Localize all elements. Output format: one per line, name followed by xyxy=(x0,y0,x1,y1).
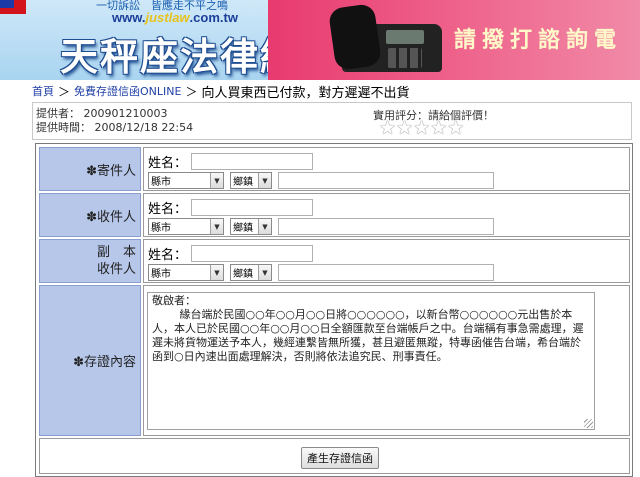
telephone-icon xyxy=(327,2,444,74)
cc-town-select[interactable]: 鄉鎮 ▼ xyxy=(230,264,272,281)
name-label: 姓名： xyxy=(148,156,188,171)
chevron-down-icon: ▼ xyxy=(258,219,271,234)
flag-icon xyxy=(0,0,26,14)
star-icon[interactable]: ★ xyxy=(413,118,430,138)
letter-body: 緣台端於民國○○年○○月○○日將○○○○○○，以新台幣○○○○○○元出售於本人，… xyxy=(152,308,584,363)
letter-info-box: 提供者： 200901210003 提供時間： 2008/12/18 22:54… xyxy=(32,102,632,140)
provider-id: 200901210003 xyxy=(83,107,168,120)
recipient-address-input[interactable] xyxy=(278,218,494,235)
breadcrumb-separator: ＞ xyxy=(58,84,71,99)
chevron-down-icon: ▼ xyxy=(258,173,271,188)
provided-time: 2008/12/18 22:54 xyxy=(94,121,194,134)
site-logo[interactable]: 天秤座法律網 xyxy=(60,26,268,80)
call-consult-text: 請撥打諮詢電 xyxy=(454,27,623,53)
letter-content-textarea[interactable]: 敬啟者： 緣台端於民國○○年○○月○○日將○○○○○○，以新台幣○○○○○○元出… xyxy=(147,292,595,430)
provider-line: 提供者： 200901210003 xyxy=(36,107,168,120)
recipient-name-input[interactable] xyxy=(191,199,314,216)
breadcrumb-separator: ＞ xyxy=(185,84,198,99)
phone-consult-banner[interactable]: 請撥打諮詢電 xyxy=(268,0,640,80)
name-label: 姓名： xyxy=(148,248,188,263)
star-icon[interactable]: ★ xyxy=(379,118,396,138)
submit-row: 產生存證信函 xyxy=(39,438,630,474)
chevron-down-icon: ▼ xyxy=(210,173,223,188)
cc-name-input[interactable] xyxy=(191,245,314,262)
recipient-town-select[interactable]: 鄉鎮 ▼ xyxy=(230,218,272,235)
sender-name-input[interactable] xyxy=(191,153,314,170)
chevron-down-icon: ▼ xyxy=(210,219,223,234)
sender-town-select[interactable]: 鄉鎮 ▼ xyxy=(230,172,272,189)
cc-row: 副 本 收件人 姓名： 縣市 ▼ 鄉鎮 ▼ xyxy=(39,239,630,283)
generate-letter-button[interactable]: 產生存證信函 xyxy=(301,447,379,469)
sender-row: ✽寄件人 姓名： 縣市 ▼ 鄉鎮 ▼ xyxy=(39,147,630,191)
breadcrumb-section-link[interactable]: 免費存證信函ONLINE xyxy=(74,83,181,99)
recipient-county-select[interactable]: 縣市 ▼ xyxy=(148,218,224,235)
name-label: 姓名： xyxy=(148,202,188,217)
site-banner: 一切訴訟 皆應走不平之鳴 www.justlaw.com.tw 天秤座法律網 請… xyxy=(0,0,640,80)
letter-greeting: 敬啟者： xyxy=(152,294,196,307)
breadcrumb: 首頁 ＞ 免費存證信函ONLINE ＞ 向人買東西已付款，對方遲遲不出貨 xyxy=(32,82,410,101)
cc-label: 副 本 收件人 xyxy=(39,239,141,283)
content-row: ✽存證內容 敬啟者： 緣台端於民國○○年○○月○○日將○○○○○○，以新台幣○○… xyxy=(39,285,630,436)
content-label: ✽存證內容 xyxy=(39,285,141,436)
resize-grip-icon[interactable] xyxy=(584,419,593,428)
site-url: www.justlaw.com.tw xyxy=(112,10,238,25)
chevron-down-icon: ▼ xyxy=(258,265,271,280)
sender-county-select[interactable]: 縣市 ▼ xyxy=(148,172,224,189)
recipient-label: ✽收件人 xyxy=(39,193,141,237)
rating-stars[interactable]: ★ ★ ★ ★ ★ xyxy=(379,118,464,138)
chevron-down-icon: ▼ xyxy=(210,265,223,280)
sender-address-input[interactable] xyxy=(278,172,494,189)
breadcrumb-current: 向人買東西已付款，對方遲遲不出貨 xyxy=(201,85,410,101)
breadcrumb-home-link[interactable]: 首頁 xyxy=(32,83,54,99)
provided-time-line: 提供時間： 2008/12/18 22:54 xyxy=(36,121,194,134)
sender-label: ✽寄件人 xyxy=(39,147,141,191)
cc-county-select[interactable]: 縣市 ▼ xyxy=(148,264,224,281)
banner-logo-area[interactable]: 一切訴訟 皆應走不平之鳴 www.justlaw.com.tw 天秤座法律網 xyxy=(0,0,268,80)
letter-form: ✽寄件人 姓名： 縣市 ▼ 鄉鎮 ▼ ✽收件人 姓名： 縣市 ▼ 鄉鎮 ▼ 副 … xyxy=(35,143,633,477)
star-icon[interactable]: ★ xyxy=(430,118,447,138)
cc-address-input[interactable] xyxy=(278,264,494,281)
star-icon[interactable]: ★ xyxy=(447,118,464,138)
recipient-row: ✽收件人 姓名： 縣市 ▼ 鄉鎮 ▼ xyxy=(39,193,630,237)
star-icon[interactable]: ★ xyxy=(396,118,413,138)
